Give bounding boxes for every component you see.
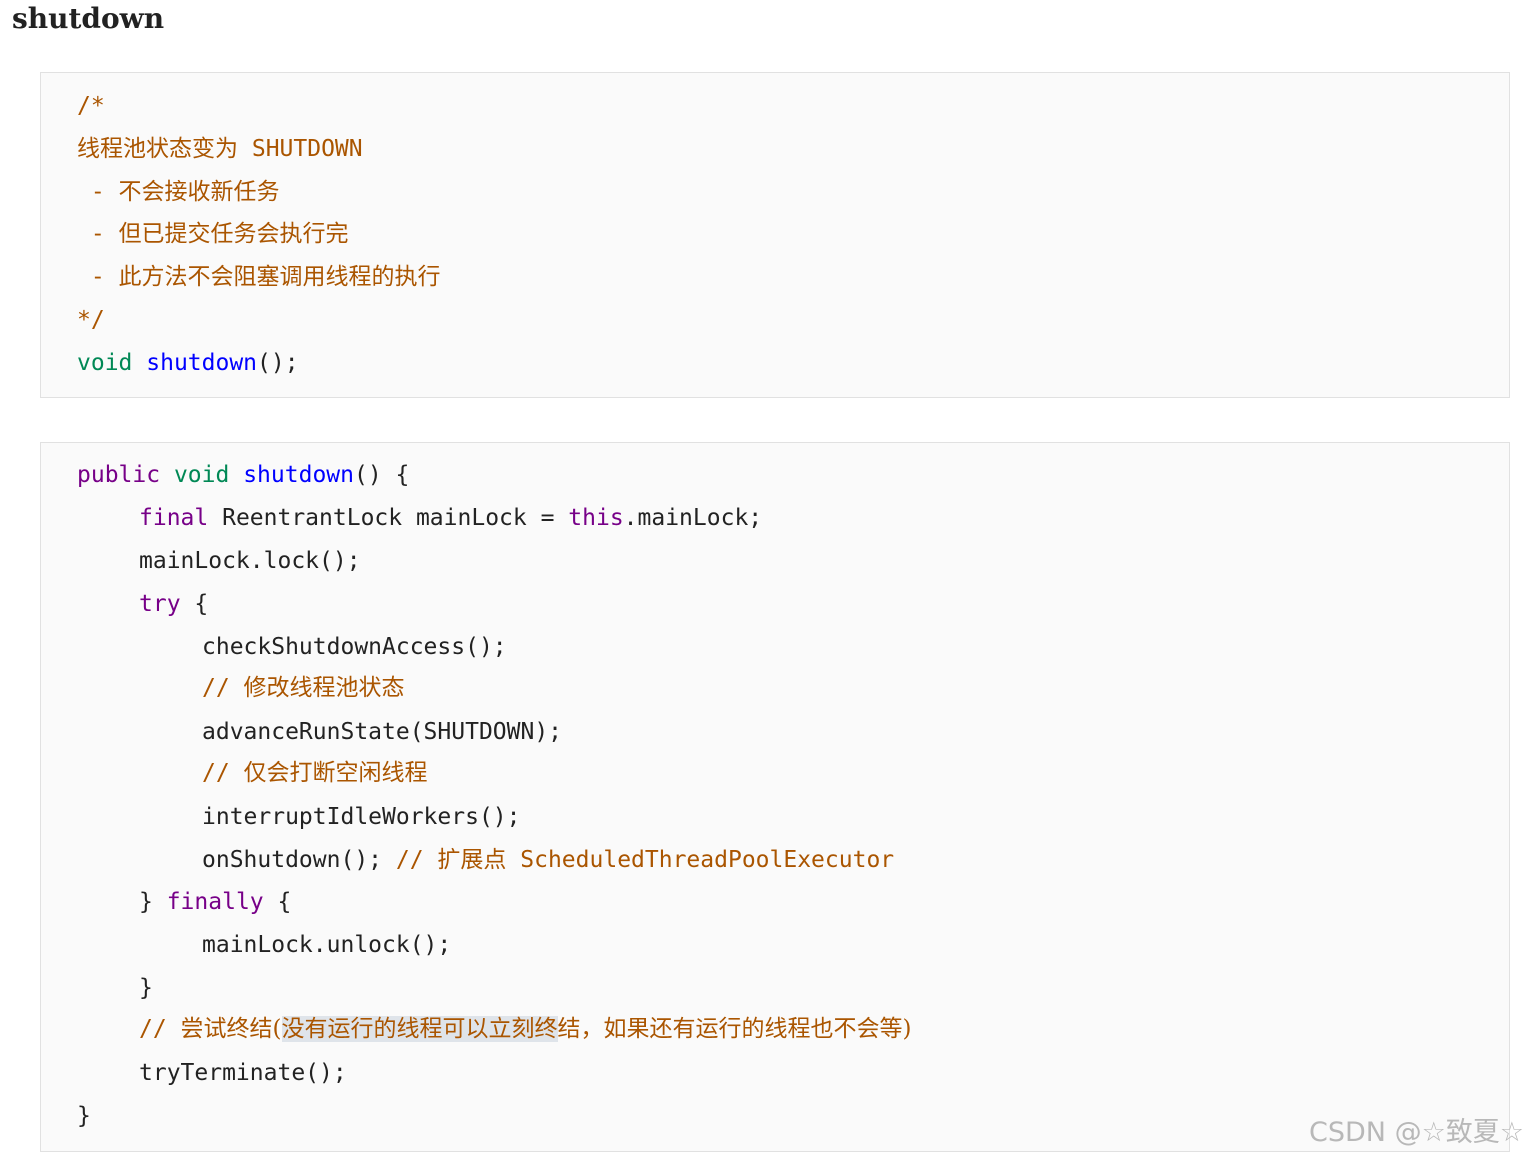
code-line-1: public void shutdown() { (77, 458, 409, 492)
line-end: { (180, 591, 209, 617)
section-heading: shutdown (12, 2, 165, 35)
method-name: shutdown (146, 350, 258, 376)
code-line-11: } finally { (139, 885, 291, 919)
comment-text-selected: 没有运行的线程可以立刻终 (281, 1016, 558, 1042)
keyword-finally: finally (166, 889, 264, 915)
keyword-try: try (139, 591, 181, 617)
interface-code-block: /* 线程池状态变为 SHUTDOWN - 不会接收新任务 - 但已提交任务会执… (40, 72, 1510, 398)
implementation-code-block: public void shutdown() { final Reentrant… (40, 442, 1510, 1152)
line-end: .mainLock; (623, 505, 763, 531)
signature-end: (); (257, 350, 299, 376)
comment-text: 修改线程池状态 (243, 675, 405, 701)
statement-text: mainLock.unlock(); (202, 932, 452, 958)
closing-brace: } (139, 889, 167, 915)
statement-text: checkShutdownAccess(); (202, 634, 507, 660)
csdn-watermark: CSDN @☆致夏☆ (1309, 1117, 1524, 1148)
declaration-text: ReentrantLock mainLock = (208, 505, 569, 531)
code-line-12: mainLock.unlock(); (202, 928, 451, 962)
code-line-8: // 仅会打断空闲线程 (202, 756, 428, 790)
comment-open-line: /* (77, 89, 105, 123)
comment-close: */ (77, 307, 105, 333)
code-line-10: onShutdown(); // 扩展点 ScheduledThreadPool… (202, 843, 894, 877)
closing-brace: } (139, 975, 153, 1001)
code-line-16: } (77, 1099, 91, 1133)
comment-bullet-2: - 但已提交任务会执行完 (77, 217, 349, 251)
code-line-14: // 尝试终结(没有运行的线程可以立刻终结，如果还有运行的线程也不会等) (139, 1012, 912, 1046)
statement-text: onShutdown(); (202, 847, 396, 873)
method-signature-line: void shutdown(); (77, 346, 299, 380)
comment-line-state: 线程池状态变为 SHUTDOWN (77, 132, 363, 166)
statement-text: interruptIdleWorkers(); (202, 804, 521, 830)
comment-slashes: // (395, 847, 438, 873)
code-line-13: } (139, 971, 153, 1005)
comment-class-name: ScheduledThreadPoolExecutor (506, 847, 895, 873)
comment-slashes: // (202, 760, 244, 786)
keyword-public: public (77, 462, 161, 488)
bullet-dash: - (77, 264, 119, 290)
keyword-final: final (139, 505, 209, 531)
bullet-1-text: 不会接收新任务 (118, 179, 280, 205)
code-line-7: advanceRunState(SHUTDOWN); (202, 715, 562, 749)
comment-close-line: */ (77, 303, 105, 337)
code-line-2: final ReentrantLock mainLock = this.main… (139, 501, 762, 535)
bullet-dash: - (77, 221, 119, 247)
bullet-dash: - (77, 179, 119, 205)
code-line-15: tryTerminate(); (139, 1056, 347, 1090)
comment-state-constant: SHUTDOWN (238, 136, 363, 162)
bullet-2-text: 但已提交任务会执行完 (118, 221, 349, 247)
comment-text: 尝试终结( (180, 1016, 282, 1042)
closing-brace: } (77, 1103, 91, 1129)
code-line-9: interruptIdleWorkers(); (202, 800, 521, 834)
comment-slashes: // (202, 675, 244, 701)
comment-slashes: // (139, 1016, 181, 1042)
method-name: shutdown (243, 462, 354, 488)
code-line-4: try { (139, 587, 208, 621)
comment-text: 扩展点 (437, 847, 507, 873)
statement-text: advanceRunState(SHUTDOWN); (202, 719, 563, 745)
comment-bullet-1: - 不会接收新任务 (77, 175, 280, 209)
statement-text: tryTerminate(); (139, 1060, 347, 1086)
keyword-void: void (173, 462, 230, 488)
return-type: void (77, 350, 133, 376)
comment-bullet-3: - 此方法不会阻塞调用线程的执行 (77, 260, 441, 294)
statement-text: mainLock.lock(); (139, 548, 361, 574)
comment-state-text: 线程池状态变为 (77, 136, 238, 162)
code-line-5: checkShutdownAccess(); (202, 630, 507, 664)
comment-text: 仅会打断空闲线程 (243, 760, 428, 786)
bullet-3-text: 此方法不会阻塞调用线程的执行 (118, 264, 441, 290)
line-end: () { (353, 462, 410, 488)
keyword-this: this (568, 505, 624, 531)
comment-open: /* (77, 93, 105, 119)
code-line-3: mainLock.lock(); (139, 544, 361, 578)
line-end: { (263, 889, 292, 915)
code-line-6: // 修改线程池状态 (202, 671, 405, 705)
comment-text: 结，如果还有运行的线程也不会等) (557, 1016, 912, 1042)
